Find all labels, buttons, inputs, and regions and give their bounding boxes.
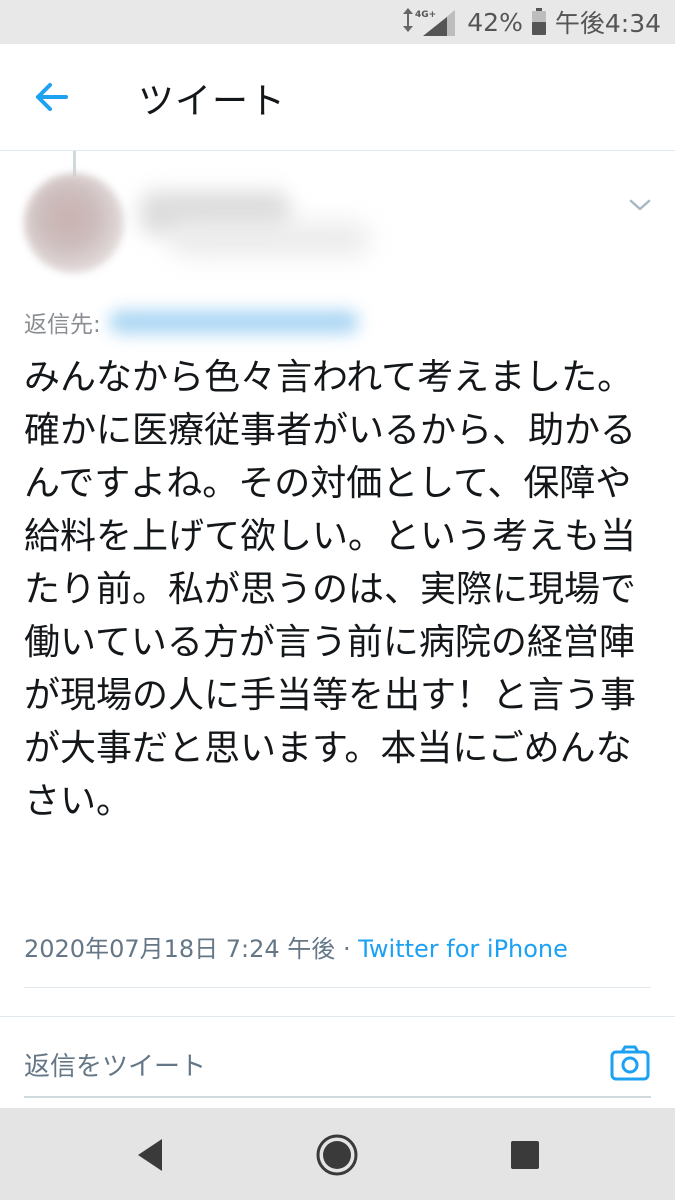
avatar[interactable]	[24, 173, 124, 273]
network-signal-icon: 4G+	[397, 6, 459, 38]
system-nav-bar	[0, 1108, 675, 1200]
camera-icon[interactable]	[609, 1044, 651, 1082]
nav-recents-button[interactable]	[500, 1130, 550, 1180]
battery-percent: 42%	[467, 7, 523, 37]
divider	[24, 987, 651, 988]
tweet-body: みんなから色々言われて考えました。 確かに医療従事者がいるから、助かるんですよね…	[24, 357, 637, 822]
reply-input[interactable]: 返信をツイート	[24, 1032, 651, 1098]
reply-to-label: 返信先:	[24, 312, 101, 338]
reply-placeholder: 返信をツイート	[24, 1052, 207, 1082]
tweet-detail-screen: 4G+ 42% 午後4:34 ツイート 返信先: みんなから色々言われて考えまし…	[0, 0, 675, 1200]
page-title: ツイート	[138, 81, 287, 122]
app-header: ツイート	[0, 44, 675, 151]
reply-to-line: 返信先:	[24, 305, 359, 339]
divider	[0, 1016, 675, 1017]
chevron-down-icon[interactable]	[627, 195, 653, 215]
battery-icon	[531, 8, 547, 36]
nav-home-icon	[316, 1134, 358, 1176]
status-indicators: 4G+ 42% 午後4:34	[397, 0, 661, 44]
nav-back-button[interactable]	[125, 1130, 175, 1180]
author-handle-redacted	[170, 221, 370, 257]
reply-to-handle-redacted[interactable]	[108, 310, 359, 334]
meta-separator: ·	[335, 935, 359, 963]
clock: 午後4:34	[554, 9, 661, 38]
status-bar: 4G+ 42% 午後4:34	[0, 0, 675, 44]
arrow-left-icon	[36, 83, 68, 111]
tweet-meta: 2020年07月18日 7:24 午後 · Twitter for iPhone	[24, 929, 568, 964]
nav-back-icon	[138, 1139, 162, 1171]
nav-home-button[interactable]	[312, 1130, 362, 1180]
tweet-source-link[interactable]: Twitter for iPhone	[358, 935, 568, 963]
tweet-timestamp[interactable]: 2020年07月18日 7:24 午後	[24, 935, 335, 963]
tweet: 返信先: みんなから色々言われて考えました。 確かに医療従事者がいるから、助かる…	[0, 151, 675, 986]
network-type-label: 4G+	[415, 10, 436, 20]
nav-recents-icon	[511, 1141, 539, 1169]
back-button[interactable]	[22, 74, 82, 120]
